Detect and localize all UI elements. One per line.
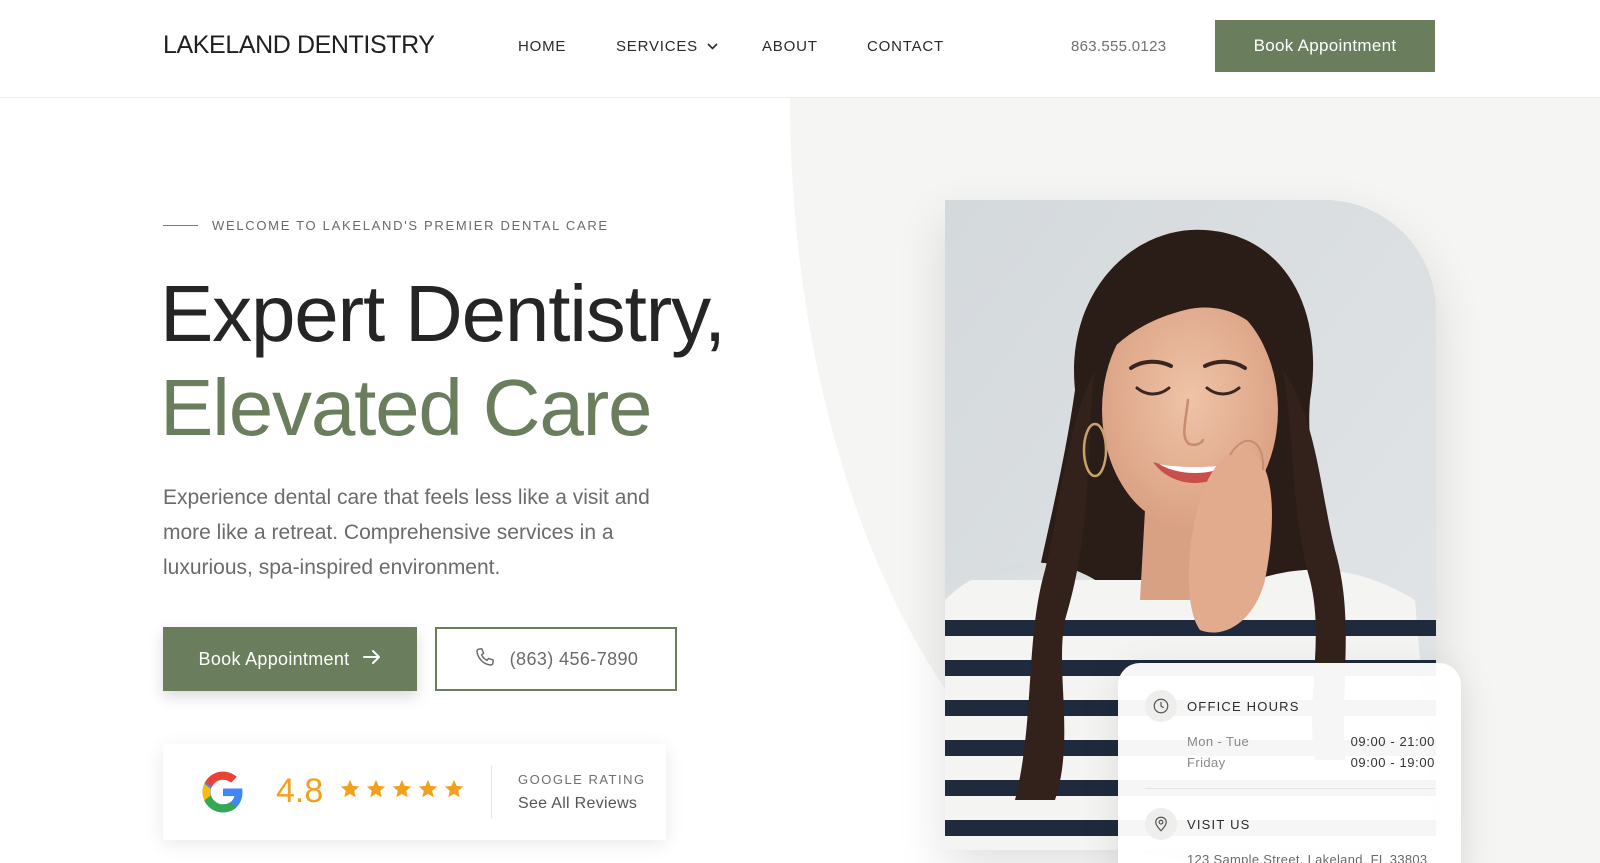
star-rating	[339, 778, 465, 800]
call-phone-label: (863) 456-7890	[509, 648, 639, 669]
call-phone-button[interactable]: (863) 456-7890	[435, 627, 677, 691]
hours-row: Friday 09:00 - 19:00	[1187, 755, 1435, 770]
star-icon	[392, 779, 412, 798]
google-logo-icon	[199, 768, 247, 816]
office-info-card: OFFICE HOURS Mon - Tue 09:00 - 21:00 Fri…	[1118, 663, 1461, 863]
hours-row: Mon - Tue 09:00 - 21:00	[1187, 734, 1435, 749]
hours-day: Friday	[1187, 755, 1226, 770]
hours-time: 09:00 - 19:00	[1350, 755, 1435, 770]
nav-phone-link[interactable]: 863.555.0123	[1071, 38, 1166, 55]
clock-icon	[1145, 690, 1177, 722]
eyebrow-rule	[163, 225, 198, 226]
hero-headline-line1: Expert Dentistry,	[160, 269, 726, 358]
eyebrow-text: WELCOME TO LAKELAND'S PREMIER DENTAL CAR…	[212, 218, 609, 233]
hero-eyebrow: WELCOME TO LAKELAND'S PREMIER DENTAL CAR…	[163, 218, 609, 233]
nav-contact[interactable]: CONTACT	[867, 38, 944, 55]
nav-home[interactable]: HOME	[518, 38, 566, 55]
hero-headline-line2: Elevated Care	[160, 363, 653, 452]
see-all-reviews-link[interactable]: See All Reviews	[518, 795, 637, 813]
arrow-right-icon	[363, 649, 381, 670]
book-appointment-nav-button[interactable]: Book Appointment	[1215, 20, 1435, 72]
phone-icon	[474, 646, 496, 673]
office-hours-title: OFFICE HOURS	[1187, 699, 1300, 714]
chevron-down-icon	[707, 37, 718, 54]
hero-lead-paragraph: Experience dental care that feels less l…	[163, 486, 650, 579]
rating-score: 4.8	[276, 772, 324, 810]
nav-services-label: SERVICES	[616, 38, 698, 55]
top-nav: LAKELAND DENTISTRY HOME SERVICES ABOUT C…	[0, 0, 1600, 98]
google-rating-card: 4.8 GOOGLE RATING See All Reviews	[163, 744, 666, 840]
google-rating-label: GOOGLE RATING	[518, 772, 646, 787]
star-icon	[366, 779, 386, 798]
rating-divider	[491, 766, 492, 818]
hours-day: Mon - Tue	[1187, 734, 1250, 749]
hours-time: 09:00 - 21:00	[1350, 734, 1435, 749]
star-icon	[340, 779, 360, 798]
nav-services[interactable]: SERVICES	[616, 38, 726, 55]
location-pin-icon	[1145, 808, 1177, 840]
address-text: 123 Sample Street, Lakeland, FL 33803	[1187, 852, 1428, 863]
info-divider	[1145, 788, 1435, 789]
star-icon	[418, 779, 438, 798]
star-icon	[444, 779, 464, 798]
visit-us-title: VISIT US	[1187, 817, 1251, 832]
book-appointment-label: Book Appointment	[198, 648, 350, 669]
brand-logo[interactable]: LAKELAND DENTISTRY	[163, 31, 435, 60]
nav-about[interactable]: ABOUT	[762, 38, 818, 55]
book-appointment-hero-button[interactable]: Book Appointment	[163, 627, 417, 691]
